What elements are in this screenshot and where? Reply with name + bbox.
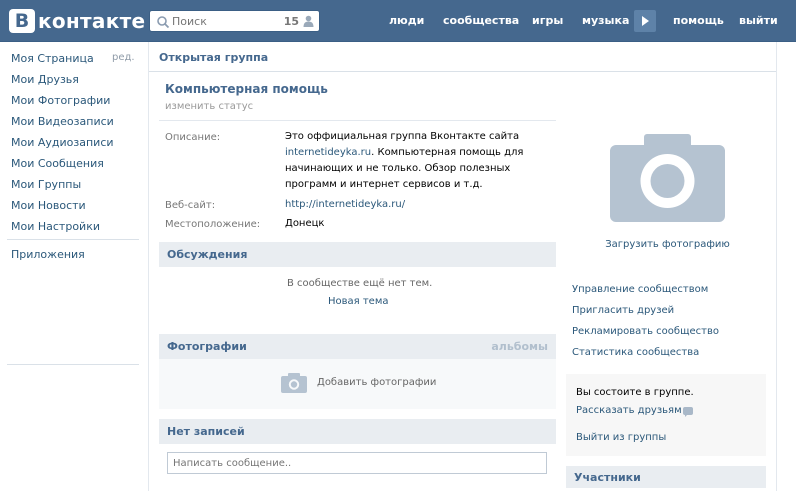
logo-text: контакте bbox=[38, 9, 146, 33]
invite-friends-link[interactable]: Пригласить друзей bbox=[572, 305, 674, 316]
description-line: программ и интернет сервисов и т.д. bbox=[285, 179, 483, 190]
sidebar-item-audio[interactable]: Мои Аудиозаписи bbox=[11, 136, 114, 149]
search-count: 15 bbox=[283, 15, 299, 28]
membership-status: Вы состоите в группе. bbox=[576, 387, 694, 398]
breadcrumb-bar: Открытая группа bbox=[149, 42, 776, 72]
page-title: Компьютерная помощь bbox=[165, 82, 328, 96]
leave-group-link[interactable]: Выйти из группы bbox=[576, 432, 666, 443]
divider bbox=[159, 120, 556, 121]
description-text: Это оффициальная группа Вконтакте сайта … bbox=[285, 129, 555, 193]
no-topics-text: В сообществе ещё нет тем. bbox=[287, 278, 433, 289]
play-icon[interactable] bbox=[634, 10, 656, 32]
left-sidebar: Моя Страница Мои Друзья Мои Фотографии М… bbox=[0, 42, 148, 491]
sidebar-item-apps[interactable]: Приложения bbox=[11, 248, 85, 261]
nav-games[interactable]: игры bbox=[532, 14, 563, 27]
logo-badge: В bbox=[9, 9, 35, 33]
add-photos-link[interactable]: Добавить фотографии bbox=[317, 377, 436, 388]
wall-header: Нет записей bbox=[159, 419, 556, 444]
column-border bbox=[148, 42, 149, 491]
search-input[interactable] bbox=[172, 13, 272, 29]
discussions-header[interactable]: Обсуждения bbox=[159, 242, 556, 267]
upload-photo-link[interactable]: Загрузить фотографию bbox=[570, 239, 765, 250]
nav-music[interactable]: музыка bbox=[582, 14, 629, 27]
nav-help[interactable]: помощь bbox=[673, 14, 724, 27]
website-link[interactable]: http://internetideyka.ru/ bbox=[285, 197, 405, 213]
sidebar-item-messages[interactable]: Мои Сообщения bbox=[11, 157, 104, 170]
new-topic-link[interactable]: Новая тема bbox=[328, 296, 389, 307]
website-label: Веб-сайт: bbox=[165, 200, 216, 211]
location-value: Донецк bbox=[285, 218, 325, 229]
top-bar: В контакте 15 люди сообщества игры музык… bbox=[0, 0, 796, 42]
photos-header[interactable]: Фотографии альбомы bbox=[159, 334, 556, 359]
description-line-rest: . Компьютерная помощь для bbox=[371, 147, 524, 158]
albums-link[interactable]: альбомы bbox=[491, 340, 548, 353]
group-avatar[interactable]: Загрузить фотографию bbox=[570, 82, 765, 267]
members-header[interactable]: Участники bbox=[566, 466, 766, 488]
change-status-link[interactable]: изменить статус bbox=[165, 101, 253, 112]
camera-icon bbox=[610, 134, 725, 222]
location-label: Местоположение: bbox=[165, 219, 261, 230]
discussions-title: Обсуждения bbox=[167, 248, 248, 261]
nav-logout[interactable]: выйти bbox=[739, 14, 778, 27]
members-title: Участники bbox=[574, 471, 641, 484]
sidebar-divider bbox=[7, 239, 139, 240]
sidebar-item-videos[interactable]: Мои Видеозаписи bbox=[11, 115, 114, 128]
description-line: Это оффициальная группа Вконтакте сайта bbox=[285, 131, 520, 142]
nav-people[interactable]: люди bbox=[389, 14, 424, 27]
description-line: internetideyka.ru. Компьютерная помощь д… bbox=[285, 145, 555, 161]
wall-title: Нет записей bbox=[167, 425, 245, 438]
sidebar-item-my-page[interactable]: Моя Страница bbox=[11, 52, 94, 65]
tell-friends-link[interactable]: Рассказать друзьям bbox=[576, 405, 682, 416]
search-icon bbox=[157, 16, 170, 29]
speech-bubble-icon bbox=[683, 407, 693, 417]
sidebar-item-settings[interactable]: Мои Настройки bbox=[11, 220, 100, 233]
sidebar-item-photos[interactable]: Мои Фотографии bbox=[11, 94, 110, 107]
description-label: Описание: bbox=[165, 132, 221, 143]
sidebar-item-friends[interactable]: Мои Друзья bbox=[11, 73, 79, 86]
nav-communities[interactable]: сообщества bbox=[443, 14, 519, 27]
edit-menu-link[interactable]: ред. bbox=[112, 52, 135, 63]
community-stats-link[interactable]: Статистика сообщества bbox=[572, 347, 699, 358]
breadcrumb[interactable]: Открытая группа bbox=[159, 51, 268, 64]
photos-title: Фотографии bbox=[167, 340, 247, 353]
wall-post-input[interactable] bbox=[167, 452, 547, 474]
advertise-community-link[interactable]: Рекламировать сообщество bbox=[572, 326, 719, 337]
vk-logo[interactable]: В контакте bbox=[9, 8, 145, 34]
sidebar-item-groups[interactable]: Мои Группы bbox=[11, 178, 81, 191]
manage-community-link[interactable]: Управление сообществом bbox=[572, 284, 708, 295]
person-icon bbox=[303, 15, 314, 27]
column-border bbox=[776, 42, 777, 491]
add-photos-area[interactable]: Добавить фотографии bbox=[159, 359, 556, 409]
sidebar-divider bbox=[7, 364, 139, 365]
search-box[interactable]: 15 bbox=[149, 10, 320, 32]
sidebar-item-news[interactable]: Мои Новости bbox=[11, 199, 86, 212]
description-site-link[interactable]: internetideyka.ru bbox=[285, 147, 371, 158]
description-line: начинающих и не только. Обзор полезных bbox=[285, 163, 511, 174]
membership-box: Вы состоите в группе. Рассказать друзьям… bbox=[566, 374, 766, 456]
camera-icon bbox=[281, 373, 307, 393]
